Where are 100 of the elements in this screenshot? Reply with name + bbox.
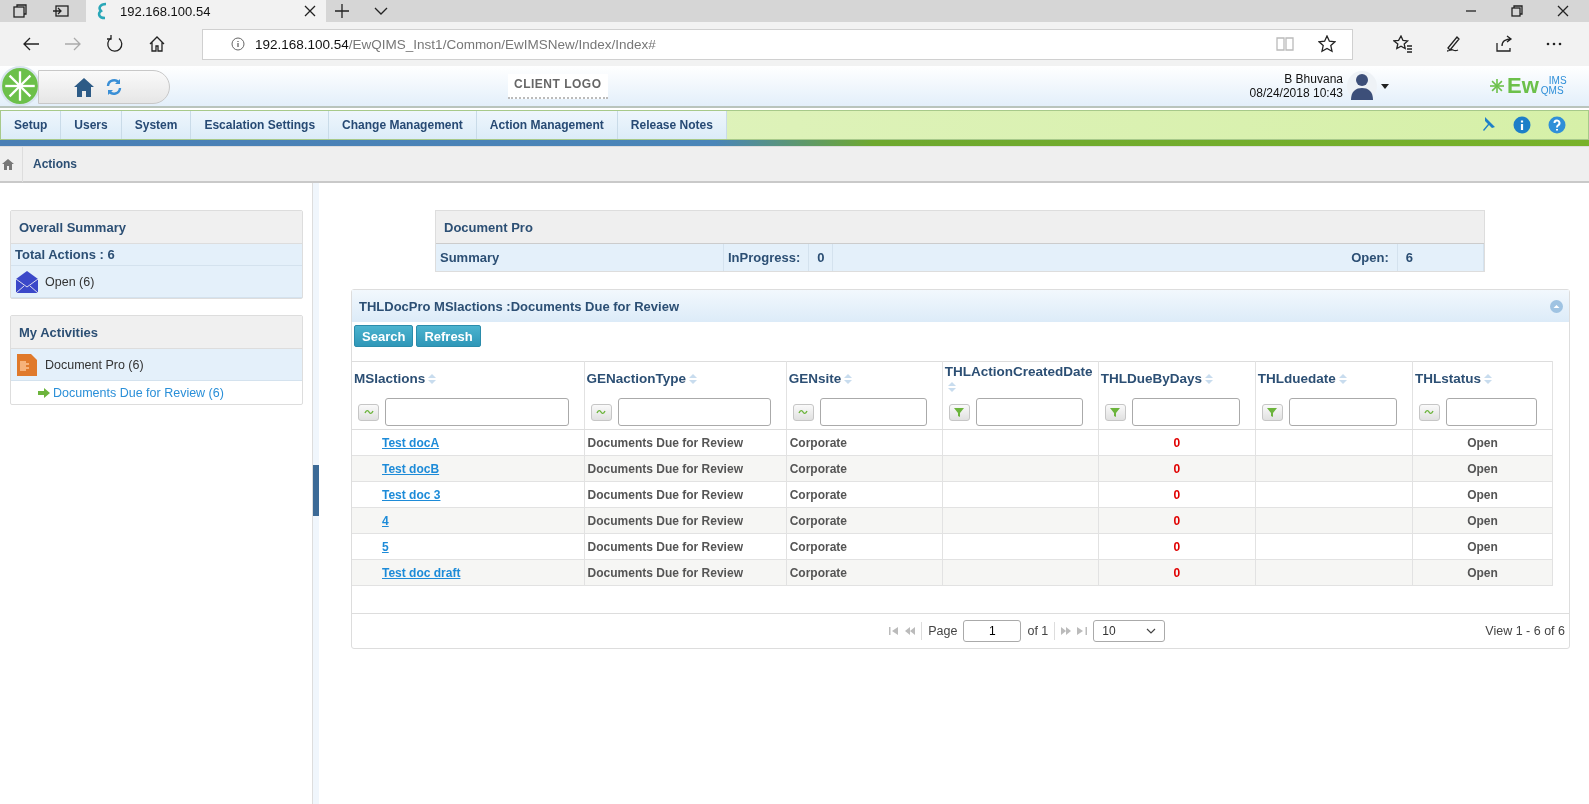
last-page-icon[interactable] bbox=[1077, 627, 1088, 635]
more-icon[interactable] bbox=[1545, 41, 1563, 47]
refresh-icon[interactable] bbox=[105, 78, 123, 96]
sort-icon[interactable] bbox=[844, 374, 853, 385]
table-cell: Corporate bbox=[786, 507, 943, 534]
menu-tab[interactable]: Release Notes bbox=[617, 111, 727, 139]
column-header[interactable]: THLDueByDays bbox=[1100, 371, 1203, 386]
tabs-icon[interactable] bbox=[12, 3, 28, 19]
filter-mode-button[interactable] bbox=[948, 403, 970, 421]
address-field[interactable]: 192.168.100.54/EwQIMS_Inst1/Common/EwIMSNew/Index/Index# bbox=[202, 28, 1353, 60]
logo-icon bbox=[0, 66, 40, 106]
sort-icon[interactable] bbox=[1483, 374, 1492, 385]
column-header[interactable]: GENactionType bbox=[586, 371, 687, 386]
field-value: 0 bbox=[809, 244, 834, 271]
home-icon[interactable] bbox=[148, 35, 166, 53]
filter-mode-button[interactable] bbox=[1418, 403, 1440, 421]
filter-mode-button[interactable] bbox=[1104, 403, 1126, 421]
wave-icon bbox=[1424, 409, 1435, 415]
summary-label: Summary bbox=[436, 244, 724, 271]
page-field[interactable]: 1 bbox=[963, 620, 1022, 642]
field-label: Open: bbox=[1347, 244, 1398, 271]
funnel-icon bbox=[954, 407, 965, 417]
filter-field[interactable] bbox=[1288, 398, 1397, 426]
previous-page-icon[interactable] bbox=[905, 627, 916, 635]
record-link[interactable]: Test doc 3 bbox=[382, 487, 441, 502]
funnel-icon bbox=[1267, 407, 1278, 417]
filter-field[interactable] bbox=[617, 398, 771, 426]
tab-aside-icon[interactable] bbox=[52, 3, 70, 19]
field-label: InProgress: bbox=[724, 244, 810, 271]
filter-field[interactable] bbox=[1131, 398, 1240, 426]
menu-tab[interactable]: Setup bbox=[1, 111, 62, 139]
sort-icon[interactable] bbox=[1338, 374, 1347, 385]
filter-field[interactable] bbox=[819, 398, 927, 426]
column-header[interactable]: THLduedate bbox=[1257, 371, 1336, 386]
user-name: B Bhuvana bbox=[1283, 72, 1343, 86]
filter-field[interactable] bbox=[1445, 398, 1537, 426]
collapse-icon[interactable] bbox=[1550, 299, 1563, 313]
reading-view-icon[interactable] bbox=[1276, 36, 1294, 52]
close-icon[interactable] bbox=[304, 5, 316, 17]
record-link[interactable]: 5 bbox=[382, 539, 389, 554]
field-value: 6 bbox=[1397, 244, 1484, 271]
table-cell: Documents Due for Review bbox=[584, 429, 787, 456]
filter-field[interactable] bbox=[385, 398, 569, 426]
sort-icon[interactable] bbox=[428, 374, 437, 385]
sort-icon[interactable] bbox=[1205, 374, 1214, 385]
funnel-icon bbox=[1110, 407, 1121, 417]
info-icon[interactable] bbox=[1513, 116, 1531, 134]
next-page-icon[interactable] bbox=[1061, 627, 1072, 635]
menu-tab[interactable]: Users bbox=[61, 111, 122, 139]
filter-mode-button[interactable] bbox=[590, 403, 612, 421]
sort-icon[interactable] bbox=[689, 374, 698, 385]
wave-icon bbox=[798, 409, 809, 415]
table-cell: Documents Due for Review bbox=[584, 481, 787, 508]
activity-item[interactable]: Document Pro (6) bbox=[11, 349, 302, 381]
client-logo: CLIENT LOGO bbox=[508, 73, 608, 99]
table-cell: Documents Due for Review bbox=[584, 559, 787, 586]
filter-field[interactable] bbox=[975, 398, 1083, 426]
table-cell: Open bbox=[1412, 559, 1553, 586]
date-time: 08/24/2018 10:43 bbox=[1249, 86, 1343, 100]
avatar-icon[interactable] bbox=[1347, 70, 1377, 102]
table-cell: Documents Due for Review bbox=[584, 533, 787, 560]
filter-mode-button[interactable] bbox=[1261, 403, 1283, 421]
browser-tab[interactable]: 192.168.100.54 bbox=[86, 0, 326, 22]
record-link[interactable]: Test docA bbox=[382, 435, 440, 450]
close-icon[interactable] bbox=[1557, 5, 1569, 17]
chevron-down-icon[interactable] bbox=[374, 6, 388, 16]
new-tab-icon[interactable] bbox=[334, 3, 350, 19]
wave-icon bbox=[596, 409, 607, 415]
column-header[interactable]: GENsite bbox=[788, 371, 842, 386]
page-size-select[interactable]: 10 bbox=[1093, 620, 1166, 642]
help-icon[interactable] bbox=[1548, 116, 1566, 134]
breadcrumb-item[interactable]: Actions bbox=[33, 157, 77, 171]
column-header[interactable]: MSIactions bbox=[354, 371, 426, 386]
total-actions: Total Actions : 6 bbox=[11, 244, 302, 266]
activity-link[interactable]: Documents Due for Review (6) bbox=[11, 381, 302, 404]
column-header[interactable]: THLActionCreatedDate bbox=[944, 363, 1093, 379]
menu-tab[interactable]: System bbox=[121, 111, 192, 139]
menu-tab[interactable]: Escalation Settings bbox=[191, 111, 330, 139]
column-header[interactable]: THLstatus bbox=[1414, 371, 1481, 386]
sort-icon[interactable] bbox=[947, 381, 956, 392]
favorites-icon[interactable] bbox=[1393, 35, 1413, 53]
back-icon[interactable] bbox=[22, 36, 40, 52]
filter-mode-button[interactable] bbox=[792, 403, 814, 421]
summary-item[interactable]: Open (6) bbox=[11, 266, 302, 298]
caret-icon[interactable] bbox=[1381, 83, 1389, 89]
menu-tab[interactable]: Change Management bbox=[329, 111, 477, 139]
table-cell: Corporate bbox=[786, 559, 943, 586]
brand-subscript: QMS bbox=[1540, 86, 1565, 96]
menu-tab[interactable]: Action Management bbox=[476, 111, 618, 139]
restore-icon[interactable] bbox=[1511, 5, 1523, 17]
home-icon[interactable] bbox=[73, 76, 95, 98]
table-cell: 0 bbox=[1098, 481, 1256, 508]
share-icon[interactable] bbox=[1495, 35, 1513, 53]
filter-mode-button[interactable] bbox=[358, 403, 379, 421]
star-icon[interactable] bbox=[1318, 35, 1336, 53]
chevron-down-icon bbox=[1146, 628, 1157, 634]
first-page-icon[interactable] bbox=[889, 627, 900, 635]
forward-icon[interactable] bbox=[64, 36, 82, 52]
reload-icon[interactable] bbox=[106, 35, 124, 53]
splitter-handle[interactable] bbox=[313, 465, 319, 516]
